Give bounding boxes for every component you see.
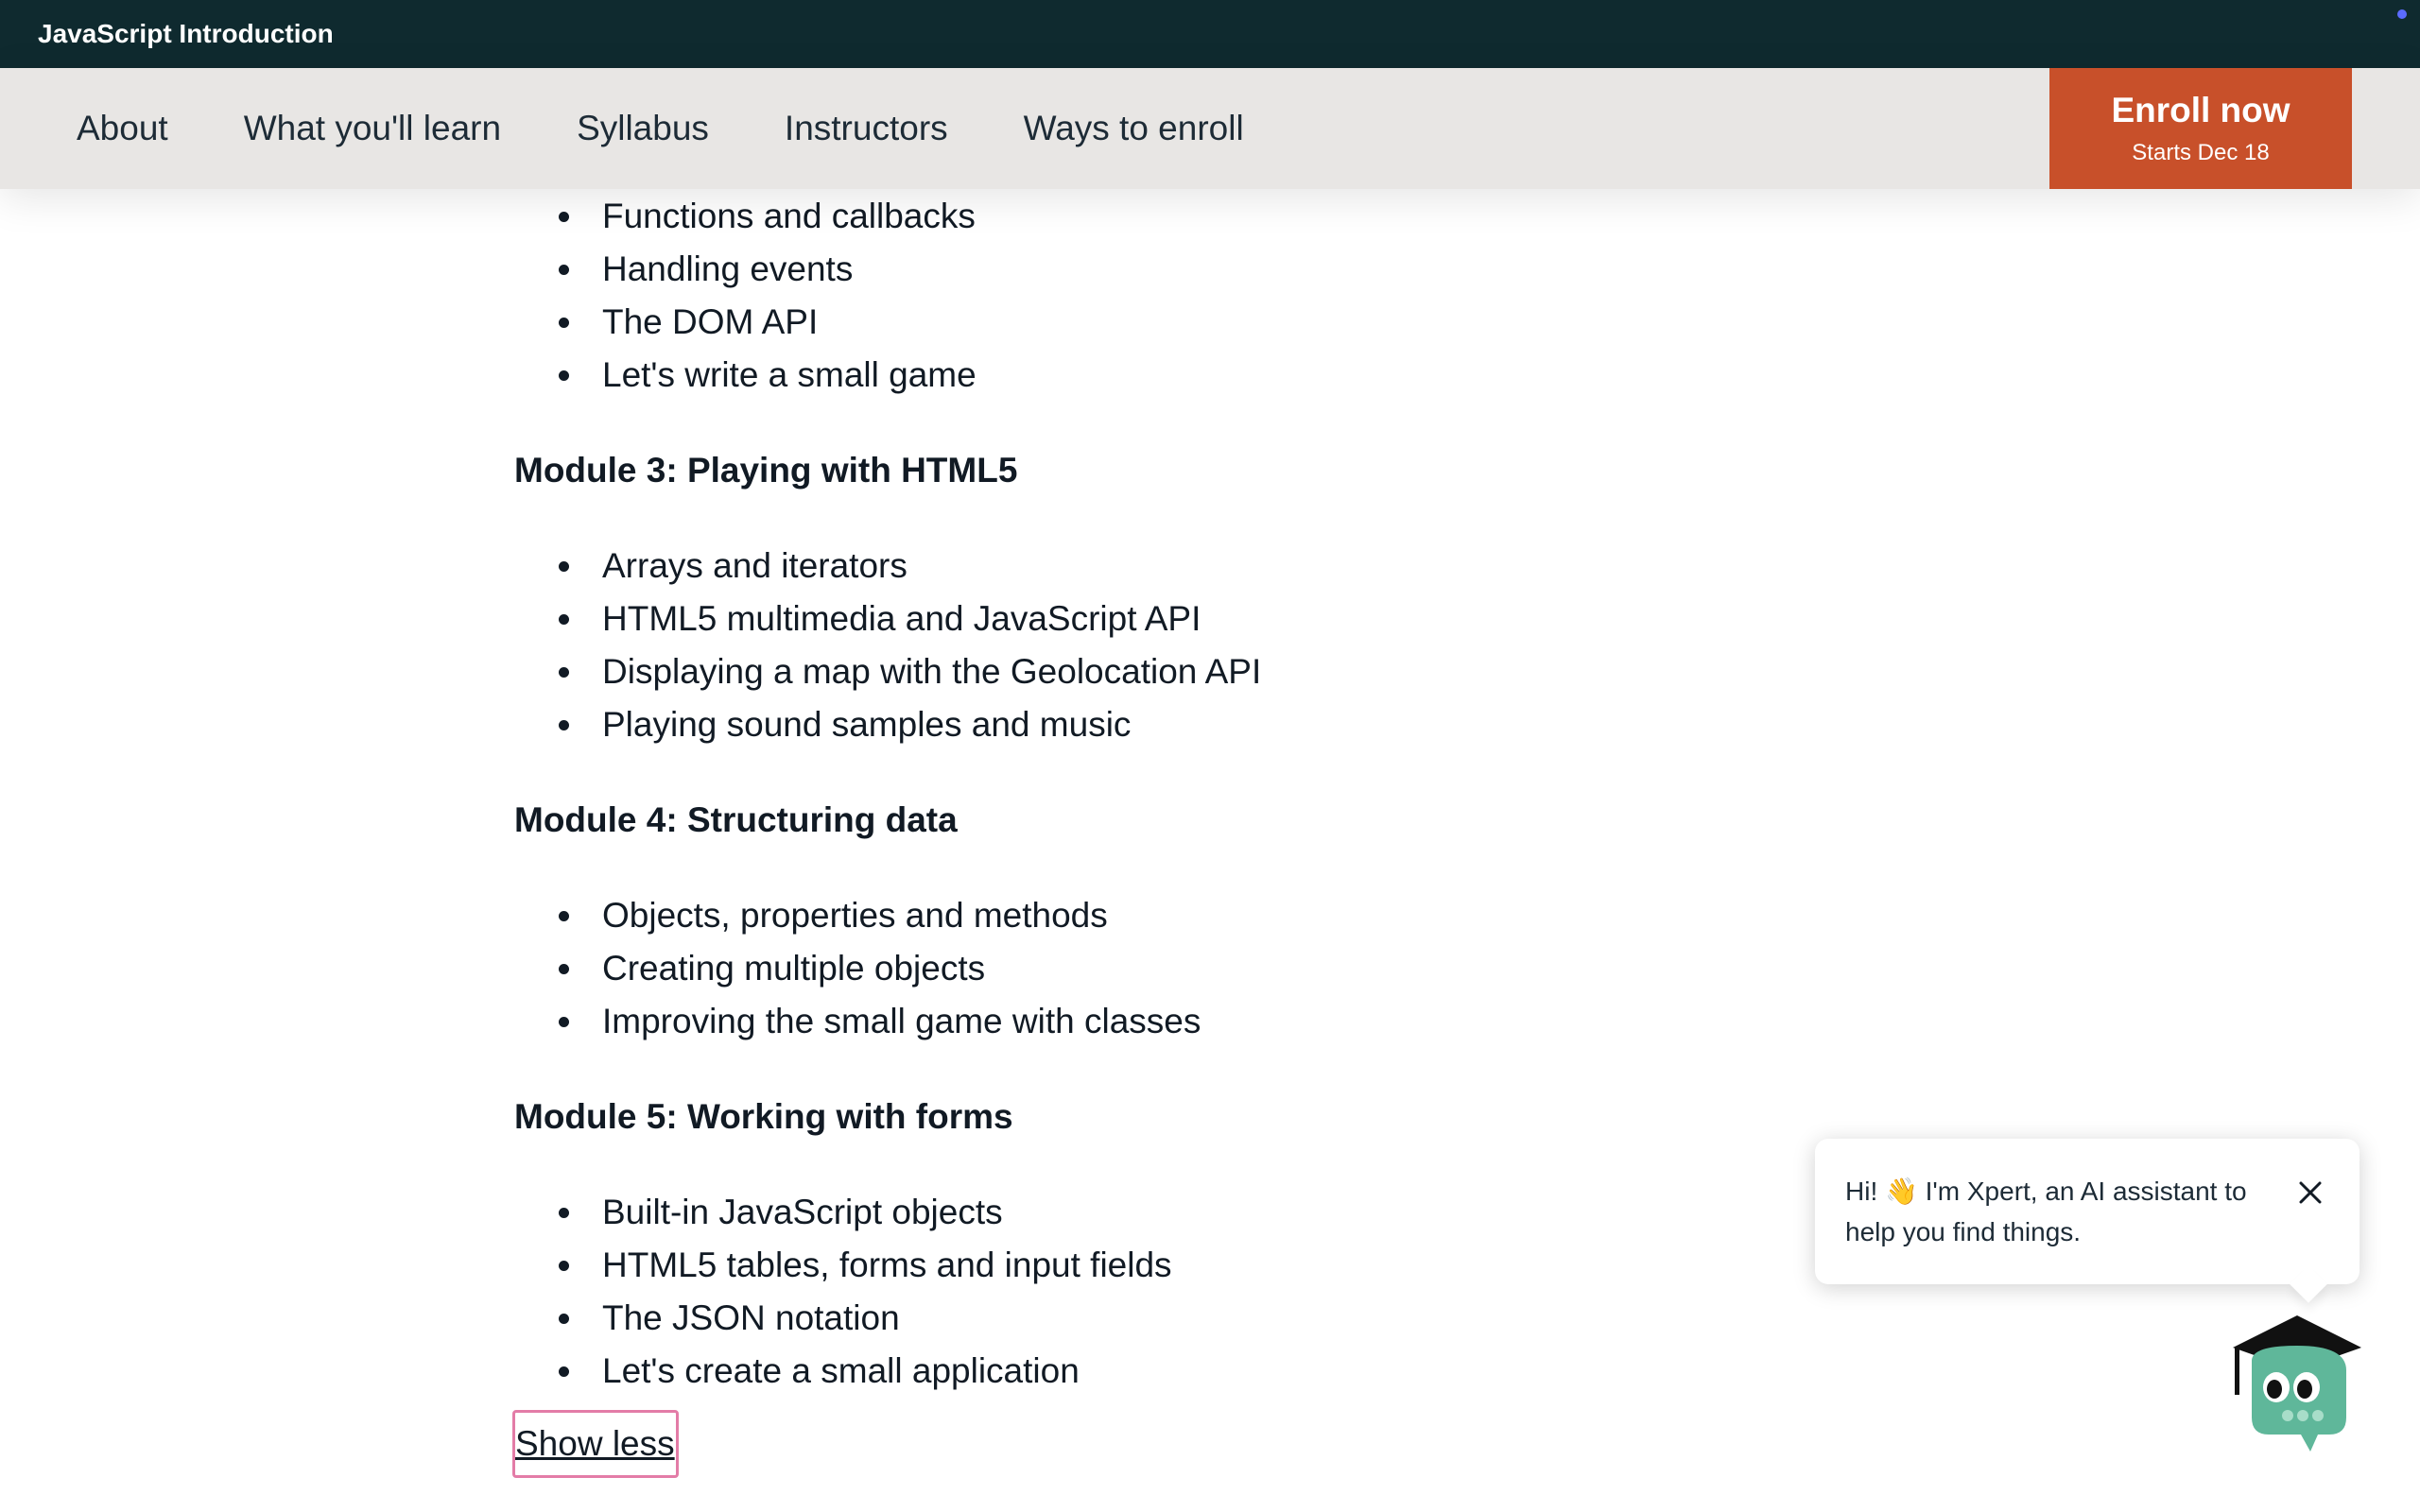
module-heading: Module 4: Structuring data <box>514 800 958 839</box>
nav-item-ways-to-enroll[interactable]: Ways to enroll <box>1024 109 1244 148</box>
list-item-text: Let's write a small game <box>602 355 977 394</box>
bullet <box>559 1261 569 1271</box>
enroll-label: Enroll now <box>2111 91 2290 129</box>
nav-item-instructors[interactable]: Instructors <box>785 109 948 148</box>
bullet <box>559 370 569 381</box>
bullet <box>559 265 569 275</box>
list-item-text: Let's create a small application <box>602 1351 1080 1390</box>
bullet <box>559 964 569 974</box>
section-nav-items: About What you'll learn Syllabus Instruc… <box>77 68 1320 189</box>
list-item: Objects, properties and methods <box>559 895 1108 936</box>
nav-item-syllabus[interactable]: Syllabus <box>577 109 709 148</box>
bullet <box>559 1017 569 1027</box>
nav-item-about[interactable]: About <box>77 109 168 148</box>
list-item: Let's create a small application <box>559 1350 1080 1392</box>
bullet <box>559 614 569 625</box>
show-less-button[interactable]: Show less <box>512 1410 679 1478</box>
list-item-text: Displaying a map with the Geolocation AP… <box>602 652 1262 691</box>
list-item: HTML5 multimedia and JavaScript API <box>559 598 1201 640</box>
list-item-text: The JSON notation <box>602 1298 900 1337</box>
list-item: The JSON notation <box>559 1297 900 1339</box>
list-item-text: Functions and callbacks <box>602 197 976 235</box>
bullet <box>559 667 569 678</box>
bullet <box>559 911 569 921</box>
list-item-text: Creating multiple objects <box>602 949 986 988</box>
bullet <box>559 318 569 328</box>
list-item-text: Handling events <box>602 249 854 288</box>
bullet <box>559 561 569 572</box>
list-item-text: The DOM API <box>602 302 819 341</box>
list-item: Handling events <box>559 249 854 290</box>
assistant-greeting-bubble: Hi! 👋 I'm Xpert, an AI assistant to help… <box>1815 1139 2360 1303</box>
list-item: Functions and callbacks <box>559 196 976 237</box>
list-item: Arrays and iterators <box>559 545 908 587</box>
list-item: Built-in JavaScript objects <box>559 1192 1003 1233</box>
list-item-text: Arrays and iterators <box>602 546 908 585</box>
bullet <box>559 212 569 222</box>
list-item: Playing sound samples and music <box>559 704 1132 746</box>
syllabus-content: Functions and callbacks Handling events … <box>0 0 2420 1512</box>
bullet <box>559 720 569 730</box>
list-item: Creating multiple objects <box>559 948 986 989</box>
close-icon[interactable] <box>2297 1177 2324 1204</box>
bullet <box>559 1366 569 1377</box>
list-item-text: Built-in JavaScript objects <box>602 1193 1003 1231</box>
xpert-assistant-avatar-icon[interactable] <box>2231 1314 2363 1455</box>
nav-item-what-youll-learn[interactable]: What you'll learn <box>244 109 501 148</box>
list-item-text: Playing sound samples and music <box>602 705 1132 744</box>
enroll-start-date: Starts Dec 18 <box>2132 140 2270 165</box>
enroll-now-button[interactable]: Enroll now Starts Dec 18 <box>2049 68 2352 189</box>
list-item-text: Improving the small game with classes <box>602 1002 1201 1040</box>
bullet <box>559 1314 569 1324</box>
list-item-text: Objects, properties and methods <box>602 896 1108 935</box>
list-item: Displaying a map with the Geolocation AP… <box>559 651 1262 693</box>
module-heading: Module 3: Playing with HTML5 <box>514 451 1018 490</box>
bullet <box>559 1208 569 1218</box>
list-item: Improving the small game with classes <box>559 1001 1201 1042</box>
list-item: The DOM API <box>559 301 819 343</box>
list-item-text: HTML5 multimedia and JavaScript API <box>602 599 1201 638</box>
list-item: Let's write a small game <box>559 354 977 396</box>
list-item: HTML5 tables, forms and input fields <box>559 1245 1172 1286</box>
section-navbar: About What you'll learn Syllabus Instruc… <box>0 68 2420 189</box>
module-heading: Module 5: Working with forms <box>514 1097 1013 1136</box>
list-item-text: HTML5 tables, forms and input fields <box>602 1246 1172 1284</box>
assistant-greeting-text: Hi! 👋 I'm Xpert, an AI assistant to help… <box>1845 1177 2247 1246</box>
